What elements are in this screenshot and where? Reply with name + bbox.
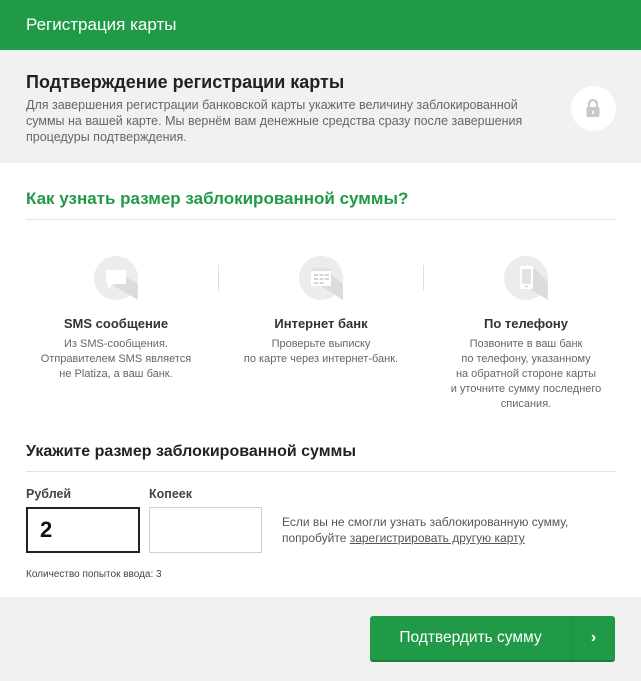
confirmation-panel: Подтверждение регистрации карты Для заве… [0, 50, 641, 163]
sms-bubble-icon [94, 256, 138, 300]
method-phone: По телефону Позвоните в ваш банк по теле… [426, 256, 626, 412]
page-title: Регистрация карты [26, 15, 177, 34]
lock-badge [571, 86, 616, 131]
divider [26, 219, 616, 220]
divider [26, 471, 616, 472]
method-internet-bank: Интернет банк Проверьте выписку по карте… [221, 256, 421, 367]
method-title: SMS сообщение [63, 316, 169, 331]
amount-title: Укажите размер заблокированной суммы [26, 443, 357, 460]
footer-bar: Подтвердить сумму › [0, 597, 641, 681]
separator [423, 265, 424, 291]
rubles-input[interactable] [26, 507, 140, 553]
confirmation-text: Для завершения регистрации банковской ка… [26, 98, 523, 144]
kopecks-input[interactable] [149, 507, 262, 553]
how-to-title: Как узнать размер заблокированной суммы? [26, 189, 409, 208]
method-title: По телефону [483, 316, 569, 331]
confirm-amount-button[interactable]: Подтвердить сумму › [370, 616, 615, 662]
attempts-counter: Количество попыток ввода: 3 [26, 569, 162, 580]
separator [218, 265, 219, 291]
internet-bank-icon [299, 256, 343, 300]
lock-icon [586, 98, 600, 117]
method-description: Позвоните в ваш банк по телефону, указан… [450, 338, 602, 410]
method-description: Из SMS-сообщения. Отправителем SMS являе… [40, 338, 192, 380]
register-another-card-link[interactable]: зарегистрировать другую карту [350, 531, 525, 545]
phone-icon [504, 256, 548, 300]
hint-text: Если вы не смогли узнать заблокированную… [282, 514, 612, 546]
method-description: Проверьте выписку по карте через интерне… [243, 338, 399, 365]
method-title: Интернет банк [274, 316, 368, 331]
header-bar: Регистрация карты [0, 0, 641, 50]
confirm-button-label: Подтвердить сумму [399, 629, 542, 646]
rubles-label: Рублей [26, 487, 72, 501]
chevron-right-icon: › [590, 629, 597, 646]
confirmation-title: Подтверждение регистрации карты [26, 72, 345, 92]
method-sms: SMS сообщение Из SMS-сообщения. Отправит… [16, 256, 216, 382]
kopecks-label: Копеек [149, 487, 192, 501]
